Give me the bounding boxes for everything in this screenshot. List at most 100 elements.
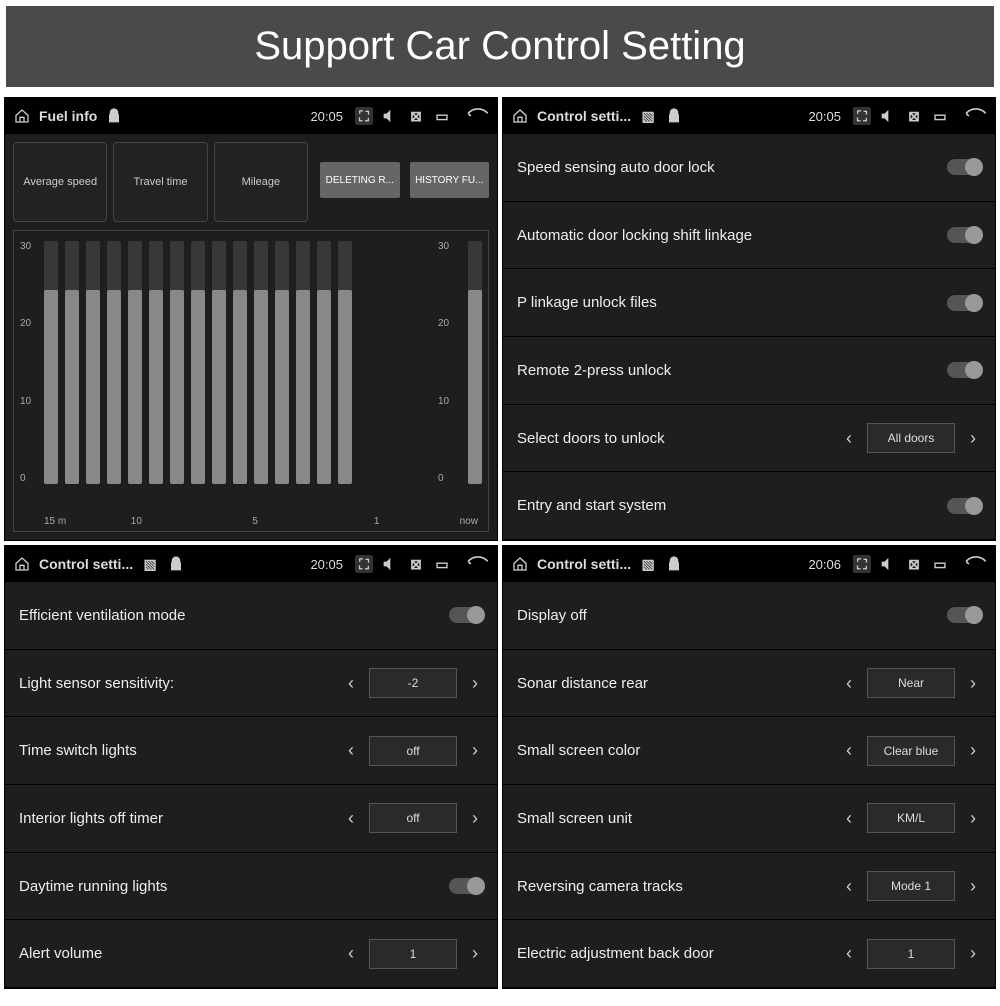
screenshot-icon[interactable]: ⛶ [853,107,871,125]
mute-icon[interactable] [381,107,399,125]
screenshot-icon[interactable]: ⛶ [853,555,871,573]
screenshot-icon[interactable]: ⛶ [355,107,373,125]
setting-label: Interior lights off timer [19,810,343,827]
value-stepper: ‹ off › [343,803,483,833]
toggle-switch[interactable] [947,498,981,514]
back-icon[interactable] [459,555,489,573]
toggle-switch[interactable] [947,159,981,175]
chevron-left-icon[interactable]: ‹ [343,808,359,829]
setting-label: Sonar distance rear [517,675,841,692]
close-app-icon[interactable]: ⊠ [407,107,425,125]
value-box[interactable]: off [369,736,457,766]
setting-row: Entry and start system [503,472,995,540]
value-box[interactable]: All doors [867,423,955,453]
toggle-switch[interactable] [449,607,483,623]
tab-average-speed[interactable]: Average speed [13,142,107,222]
home-icon[interactable] [511,555,529,573]
toggle-switch[interactable] [947,362,981,378]
value-box[interactable]: 1 [369,939,457,969]
settings-list: Display offSonar distance rear‹Near›Smal… [503,582,995,988]
settings-list: Efficient ventilation modeLight sensor s… [5,582,497,988]
back-icon[interactable] [459,107,489,125]
back-icon[interactable] [957,107,987,125]
panel-control-2: Control setti... ▧ 20:05 ⛶ ⊠ ▭ Efficient… [4,545,498,989]
mute-icon[interactable] [879,107,897,125]
chevron-left-icon[interactable]: ‹ [841,673,857,694]
setting-label: Small screen unit [517,810,841,827]
panel-control-3: Control setti... ▧ 20:06 ⛶ ⊠ ▭ Display o… [502,545,996,989]
chevron-left-icon[interactable]: ‹ [343,740,359,761]
chevron-right-icon[interactable]: › [965,943,981,964]
chevron-right-icon[interactable]: › [467,943,483,964]
back-icon[interactable] [957,555,987,573]
setting-label: Automatic door locking shift linkage [517,227,947,244]
chevron-left-icon[interactable]: ‹ [841,808,857,829]
setting-row: Automatic door locking shift linkage [503,202,995,270]
toggle-switch[interactable] [947,295,981,311]
chevron-left-icon[interactable]: ‹ [343,673,359,694]
chevron-right-icon[interactable]: › [467,808,483,829]
panel-fuel-info: Fuel info 20:05 ⛶ ⊠ ▭ Average speed Trav… [4,97,498,541]
windows-icon[interactable]: ▭ [931,555,949,573]
toggle-switch[interactable] [947,227,981,243]
panel-control-1: Control setti... ▧ 20:05 ⛶ ⊠ ▭ Speed sen… [502,97,996,541]
windows-icon[interactable]: ▭ [931,107,949,125]
image-icon: ▧ [639,555,657,573]
value-box[interactable]: -2 [369,668,457,698]
topbar: Control setti... ▧ 20:06 ⛶ ⊠ ▭ [503,546,995,582]
setting-label: Reversing camera tracks [517,878,841,895]
value-box[interactable]: off [369,803,457,833]
value-stepper: ‹ off › [343,736,483,766]
value-box[interactable]: Near [867,668,955,698]
chevron-left-icon[interactable]: ‹ [841,943,857,964]
chevron-right-icon[interactable]: › [467,673,483,694]
chevron-left-icon[interactable]: ‹ [841,740,857,761]
mute-icon[interactable] [381,555,399,573]
clock-time: 20:06 [808,557,841,572]
history-button[interactable]: HISTORY FU... [410,162,489,198]
windows-icon[interactable]: ▭ [433,555,451,573]
tab-travel-time[interactable]: Travel time [113,142,207,222]
chevron-left-icon[interactable]: ‹ [841,428,857,449]
setting-row: Small screen color‹Clear blue› [503,717,995,785]
value-stepper: ‹ 1 › [841,939,981,969]
clock-time: 20:05 [310,557,343,572]
setting-row: Interior lights off timer‹ off › [5,785,497,853]
chevron-right-icon[interactable]: › [965,740,981,761]
chevron-right-icon[interactable]: › [965,428,981,449]
screenshot-icon[interactable]: ⛶ [355,555,373,573]
delete-button[interactable]: DELETING R... [320,162,399,198]
close-app-icon[interactable]: ⊠ [905,107,923,125]
setting-label: Display off [517,607,947,624]
close-app-icon[interactable]: ⊠ [905,555,923,573]
setting-row: Select doors to unlock‹All doors› [503,405,995,473]
image-icon: ▧ [639,107,657,125]
chevron-right-icon[interactable]: › [467,740,483,761]
chevron-left-icon[interactable]: ‹ [343,943,359,964]
value-stepper: ‹ Mode 1 › [841,871,981,901]
chevron-right-icon[interactable]: › [965,673,981,694]
home-icon[interactable] [13,107,31,125]
chevron-right-icon[interactable]: › [965,876,981,897]
windows-icon[interactable]: ▭ [433,107,451,125]
setting-label: Efficient ventilation mode [19,607,449,624]
lock-icon [665,107,683,125]
home-icon[interactable] [511,107,529,125]
value-box[interactable]: Mode 1 [867,871,955,901]
toggle-switch[interactable] [947,607,981,623]
panels-grid: Fuel info 20:05 ⛶ ⊠ ▭ Average speed Trav… [0,93,1000,993]
bars-area [38,241,432,484]
tab-mileage[interactable]: Mileage [214,142,308,222]
value-box[interactable]: 1 [867,939,955,969]
now-bar [468,241,482,484]
chevron-right-icon[interactable]: › [965,808,981,829]
setting-row: Display off [503,582,995,650]
value-stepper: ‹ -2 › [343,668,483,698]
value-box[interactable]: Clear blue [867,736,955,766]
value-box[interactable]: KM/L [867,803,955,833]
mute-icon[interactable] [879,555,897,573]
chevron-left-icon[interactable]: ‹ [841,876,857,897]
toggle-switch[interactable] [449,878,483,894]
close-app-icon[interactable]: ⊠ [407,555,425,573]
home-icon[interactable] [13,555,31,573]
